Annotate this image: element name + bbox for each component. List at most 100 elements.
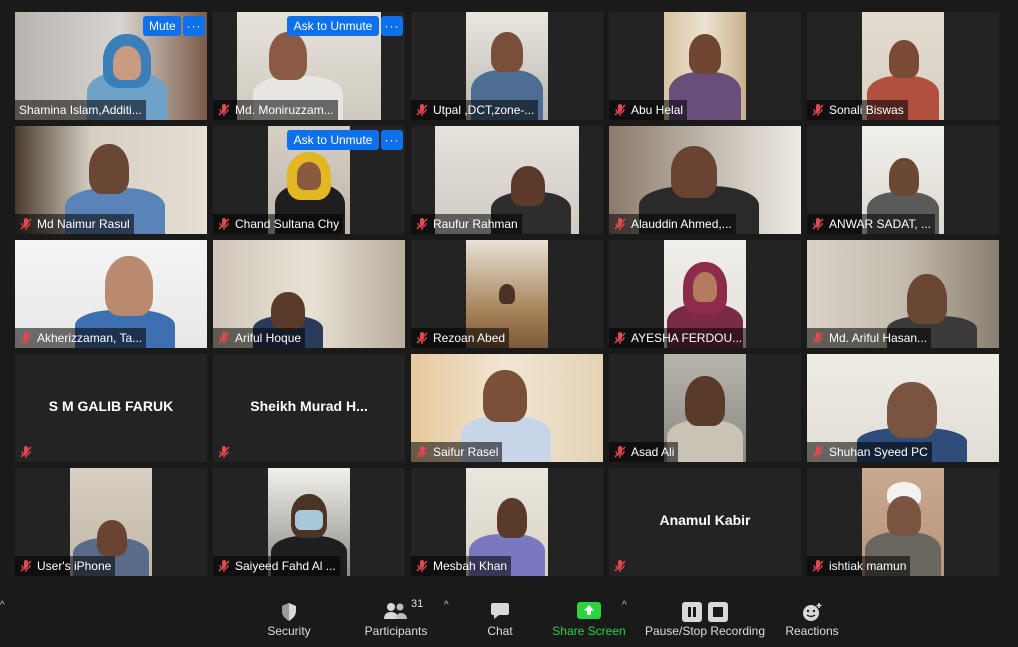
share-screen-button[interactable]: Share Screen xyxy=(550,590,628,647)
participant-name: Md Naimur Rasul xyxy=(37,217,130,231)
reactions-button[interactable]: Reactions xyxy=(780,590,844,647)
more-options-button[interactable]: ··· xyxy=(381,16,403,36)
participant-name-bar: Md. Moniruzzam... xyxy=(213,100,338,120)
chevron-up-icon[interactable]: ^ xyxy=(0,600,10,611)
participant-name-bar: Shamina Islam,Additi... xyxy=(15,100,146,120)
chat-bubble-icon xyxy=(491,603,509,619)
participant-name: AYESHA FERDOU... xyxy=(631,331,743,345)
chevron-up-icon[interactable]: ^ xyxy=(622,600,632,611)
reactions-label: Reactions xyxy=(785,624,839,638)
mic-muted-icon xyxy=(812,560,824,572)
security-button[interactable]: Security xyxy=(259,590,319,647)
ask-to-unmute-button[interactable]: Ask to Unmute xyxy=(287,130,379,150)
video-tile[interactable]: Asad Ali xyxy=(609,354,801,462)
pause-stop-recording-button[interactable]: Pause/Stop Recording xyxy=(640,590,770,647)
video-tile[interactable]: Abu Helal xyxy=(609,12,801,120)
chat-button[interactable]: Chat xyxy=(475,590,525,647)
video-tile[interactable]: Shuhan Syeed PC xyxy=(807,354,999,462)
participant-name-bar: Rezoan Abed xyxy=(411,328,510,348)
mic-muted-icon xyxy=(218,446,230,458)
participants-count: 31 xyxy=(411,598,424,610)
video-tile[interactable]: Sheikh Murad H... xyxy=(213,354,405,462)
participant-name: Akherizzaman, Ta... xyxy=(37,331,143,345)
video-tile[interactable]: Ask to Unmute ··· Md. Moniruzzam... xyxy=(213,12,405,120)
video-tile[interactable]: Utpal ,DCT,zone-... xyxy=(411,12,603,120)
video-tile[interactable]: User's iPhone xyxy=(15,468,207,576)
video-tile[interactable]: Md Naimur Rasul xyxy=(15,126,207,234)
recording-label: Pause/Stop Recording xyxy=(644,624,766,638)
video-tile[interactable]: Anamul Kabir xyxy=(609,468,801,576)
participant-name-bar: Md Naimur Rasul xyxy=(15,214,134,234)
mic-muted-icon xyxy=(614,218,626,230)
mic-muted-icon xyxy=(812,446,824,458)
participant-display-name: Anamul Kabir xyxy=(659,512,751,528)
participant-name-bar: User's iPhone xyxy=(15,556,116,576)
mic-muted-icon xyxy=(614,560,626,572)
video-tile[interactable]: Saiyeed Fahd Al ... xyxy=(213,468,405,576)
participant-name-bar: Chand Sultana Chy xyxy=(213,214,344,234)
video-tile[interactable]: Mute ··· Shamina Islam,Additi... xyxy=(15,12,207,120)
mic-muted-icon xyxy=(614,446,626,458)
video-tile[interactable]: Sonali Biswas xyxy=(807,12,999,120)
video-tile[interactable]: Saifur Rasel xyxy=(411,354,603,462)
participant-name-bar: Ariful Hoque xyxy=(213,328,306,348)
video-tile[interactable]: Raufur Rahman xyxy=(411,126,603,234)
pause-stop-icon xyxy=(682,602,728,622)
participant-name: Rezoan Abed xyxy=(433,331,506,345)
video-tile[interactable]: Mesbah Khan xyxy=(411,468,603,576)
video-gallery: Mute ··· Shamina Islam,Additi... Ask to … xyxy=(0,0,1018,590)
video-tile[interactable]: ishtiak mamun xyxy=(807,468,999,576)
participant-name: Ariful Hoque xyxy=(235,331,302,345)
chevron-up-icon[interactable]: ^ xyxy=(444,600,454,611)
share-screen-icon xyxy=(577,602,601,619)
mic-muted-icon xyxy=(20,560,32,572)
participant-name: Mesbah Khan xyxy=(433,559,508,573)
participant-name: Saifur Rasel xyxy=(433,445,499,459)
participants-icon xyxy=(384,603,407,619)
mic-muted-icon xyxy=(416,104,428,116)
participant-name: Abu Helal xyxy=(631,103,684,117)
participant-name-bar xyxy=(15,442,41,462)
mic-muted-icon xyxy=(416,560,428,572)
mic-muted-icon xyxy=(20,218,32,230)
participant-name-bar: Utpal ,DCT,zone-... xyxy=(411,100,539,120)
ask-to-unmute-button[interactable]: Ask to Unmute xyxy=(287,16,379,36)
mic-muted-icon xyxy=(416,332,428,344)
participant-name-bar: ishtiak mamun xyxy=(807,556,911,576)
participants-label: Participants xyxy=(364,624,428,638)
shield-icon xyxy=(282,603,296,621)
mute-button[interactable]: Mute xyxy=(143,16,181,36)
video-tile[interactable]: S M GALIB FARUK xyxy=(15,354,207,462)
video-tile[interactable]: ANWAR SADAT, ... xyxy=(807,126,999,234)
participant-name: Md. Moniruzzam... xyxy=(235,103,334,117)
more-options-button[interactable]: ··· xyxy=(183,16,205,36)
video-tile[interactable]: Rezoan Abed xyxy=(411,240,603,348)
video-tile[interactable]: AYESHA FERDOU... xyxy=(609,240,801,348)
video-tile[interactable]: Ariful Hoque xyxy=(213,240,405,348)
mic-muted-icon xyxy=(20,332,32,344)
participant-name: Saiyeed Fahd Al ... xyxy=(235,559,336,573)
meeting-toolbar: ^ Security 31 Participants ^ Chat Share … xyxy=(0,590,1018,647)
participant-name: User's iPhone xyxy=(37,559,112,573)
mic-muted-icon xyxy=(614,104,626,116)
participant-name-bar: Alauddin Ahmed,... xyxy=(609,214,736,234)
video-tile[interactable]: Ask to Unmute ··· Chand Sultana Chy xyxy=(213,126,405,234)
participant-name: Asad Ali xyxy=(631,445,675,459)
participant-name-bar: Abu Helal xyxy=(609,100,688,120)
participant-name-bar: Raufur Rahman xyxy=(411,214,522,234)
more-options-button[interactable]: ··· xyxy=(381,130,403,150)
security-label: Security xyxy=(267,624,311,638)
video-tile[interactable]: Alauddin Ahmed,... xyxy=(609,126,801,234)
video-tile[interactable]: Akherizzaman, Ta... xyxy=(15,240,207,348)
participant-name-bar: Mesbah Khan xyxy=(411,556,512,576)
participant-display-name: S M GALIB FARUK xyxy=(48,398,174,414)
participant-name-bar: Saifur Rasel xyxy=(411,442,503,462)
participant-name: Shamina Islam,Additi... xyxy=(19,103,142,117)
participant-name: Sonali Biswas xyxy=(829,103,904,117)
participant-display-name: Sheikh Murad H... xyxy=(250,398,368,414)
participant-name-bar: ANWAR SADAT, ... xyxy=(807,214,936,234)
video-tile[interactable]: Md. Ariful Hasan... xyxy=(807,240,999,348)
reactions-smiley-icon xyxy=(803,603,822,621)
participant-name: Chand Sultana Chy xyxy=(235,217,340,231)
participants-button[interactable]: 31 Participants xyxy=(358,590,434,647)
